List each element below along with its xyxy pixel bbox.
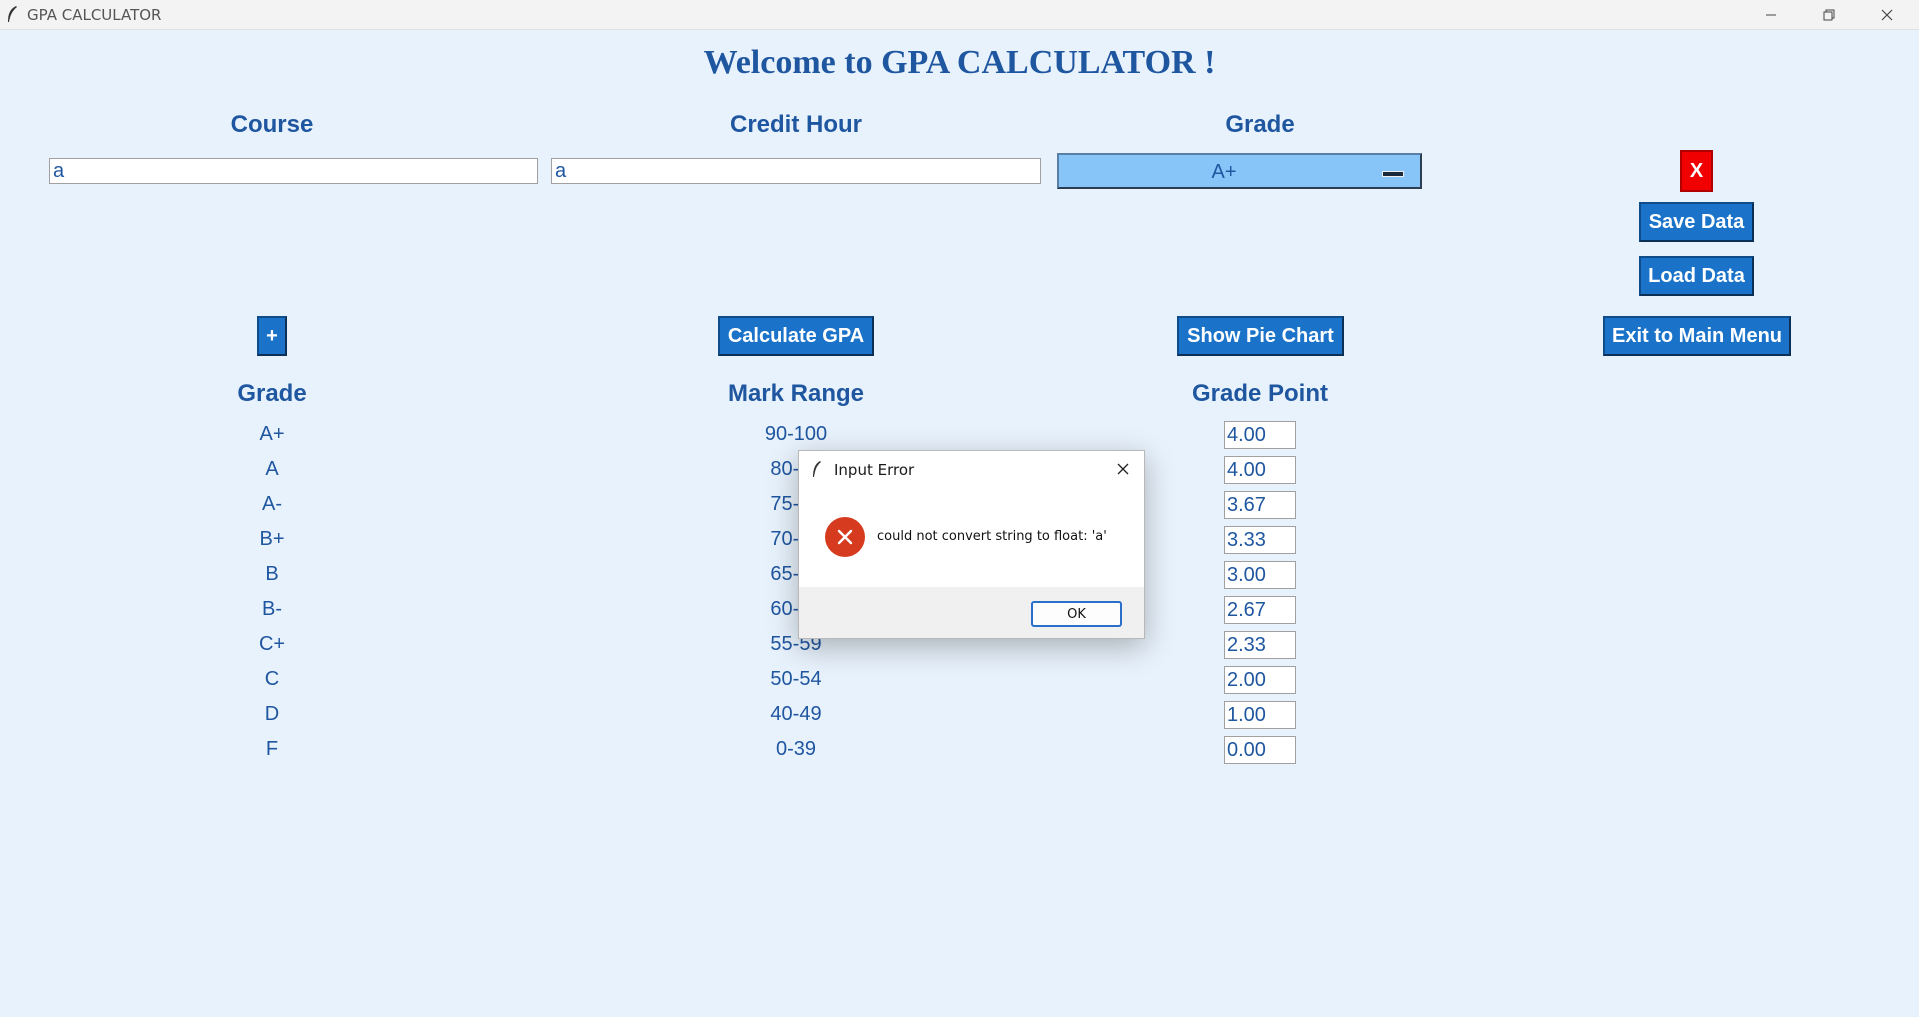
grade-point-field[interactable]: 3.00 <box>1224 561 1296 589</box>
grade-point-field[interactable]: 2.67 <box>1224 596 1296 624</box>
error-icon <box>825 517 865 557</box>
load-data-button[interactable]: Load Data <box>1639 256 1754 296</box>
grade-point-field[interactable]: 4.00 <box>1224 421 1296 449</box>
calculate-gpa-button[interactable]: Calculate GPA <box>718 316 874 356</box>
grade-point-field[interactable]: 4.00 <box>1224 456 1296 484</box>
grade-point-field[interactable]: 1.00 <box>1224 701 1296 729</box>
table-cell-grade: D <box>264 703 280 725</box>
grade-select[interactable]: A+ <box>1057 153 1422 189</box>
minimize-button[interactable] <box>1742 0 1800 29</box>
ok-button[interactable]: OK <box>1031 601 1122 627</box>
minimize-icon <box>1766 14 1776 15</box>
grade-select-value: A+ <box>1211 161 1237 183</box>
close-icon <box>1117 463 1129 475</box>
table-cell-range: 0-39 <box>775 738 817 760</box>
table-cell-range: 40-49 <box>770 703 822 725</box>
table-header-mark-range: Mark Range <box>727 380 865 407</box>
grade-header: Grade <box>1225 111 1295 138</box>
table-cell-grade: C <box>264 668 280 690</box>
show-pie-chart-button[interactable]: Show Pie Chart <box>1177 316 1344 356</box>
grade-point-field[interactable]: 3.33 <box>1224 526 1296 554</box>
exit-main-menu-button[interactable]: Exit to Main Menu <box>1603 316 1791 356</box>
remove-row-button[interactable]: X <box>1680 150 1713 192</box>
dialog-close-button[interactable] <box>1112 458 1134 480</box>
grade-point-field[interactable]: 2.00 <box>1224 666 1296 694</box>
table-cell-grade: B- <box>262 598 282 620</box>
grade-point-field[interactable]: 0.00 <box>1224 736 1296 764</box>
grade-point-field[interactable]: 2.33 <box>1224 631 1296 659</box>
table-cell-grade: F <box>265 738 279 760</box>
input-error-dialog: Input Error could not convert string to … <box>798 450 1145 639</box>
restore-button[interactable] <box>1800 0 1858 29</box>
table-header-grade: Grade <box>237 380 307 407</box>
page-title: Welcome to GPA CALCULATOR ! <box>703 44 1216 81</box>
window-titlebar: GPA CALCULATOR <box>0 0 1919 30</box>
save-data-button[interactable]: Save Data <box>1639 202 1754 242</box>
course-header: Course <box>230 111 314 138</box>
dialog-message: could not convert string to float: 'a' <box>877 529 1107 544</box>
course-input[interactable]: a <box>49 158 538 184</box>
table-header-grade-point: Grade Point <box>1191 380 1329 407</box>
table-cell-grade: A- <box>262 493 282 515</box>
table-cell-grade: B+ <box>259 528 285 550</box>
add-course-button[interactable]: + <box>257 316 287 356</box>
window-close-button[interactable] <box>1858 0 1916 29</box>
close-icon <box>1881 9 1893 20</box>
dropdown-indicator-icon <box>1382 171 1404 177</box>
credit-hour-header: Credit Hour <box>730 111 862 138</box>
dialog-titlebar: Input Error <box>799 451 1144 489</box>
app-feather-icon <box>813 461 821 477</box>
grade-point-field[interactable]: 3.67 <box>1224 491 1296 519</box>
table-cell-grade: B <box>265 563 279 585</box>
table-cell-grade: A+ <box>259 423 285 445</box>
app-feather-icon <box>8 6 17 22</box>
restore-icon <box>1823 9 1835 20</box>
dialog-title: Input Error <box>834 461 915 479</box>
window-title: GPA CALCULATOR <box>27 6 162 24</box>
table-cell-grade: C+ <box>258 633 286 655</box>
credit-hour-input[interactable]: a <box>551 158 1041 184</box>
table-cell-range: 50-54 <box>770 668 822 690</box>
table-cell-range: 90-100 <box>764 423 828 445</box>
table-cell-grade: A <box>265 458 279 480</box>
dialog-footer: OK <box>799 587 1144 638</box>
